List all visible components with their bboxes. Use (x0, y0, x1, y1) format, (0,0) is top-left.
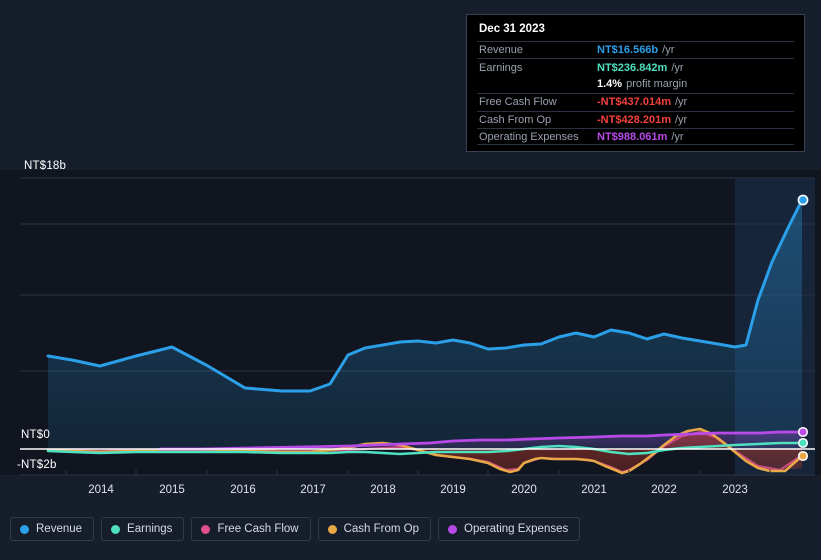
x-axis-label-2019: 2019 (440, 484, 466, 496)
x-axis-label-2020: 2020 (511, 484, 537, 496)
tooltip-unit-earnings: /yr (671, 61, 684, 74)
y-axis-label-2: -NT$2b (17, 459, 57, 471)
tooltip-value-earnings: NT$236.842m (597, 61, 668, 74)
chart-tooltip: Dec 31 2023 Revenue NT$16.566b /yr Earni… (466, 14, 805, 153)
y-axis-label-1: NT$0 (21, 429, 50, 441)
tooltip-unit-operating-expenses: /yr (671, 130, 684, 143)
legend-label-operating-expenses: Operating Expenses (464, 523, 569, 535)
tooltip-unit-cash-from-op: /yr (675, 113, 688, 126)
legend-label-cash-from-op: Cash From Op (343, 523, 420, 535)
tooltip-label-revenue: Revenue (479, 44, 524, 57)
legend-item-free-cash-flow[interactable]: Free Cash Flow (191, 517, 311, 541)
x-axis-label-2017: 2017 (300, 484, 326, 496)
revenue-end-marker (797, 194, 809, 206)
x-axis-label-2022: 2022 (651, 484, 677, 496)
x-axis-label-2014: 2014 (88, 484, 114, 496)
legend-item-cash-from-op[interactable]: Cash From Op (317, 517, 432, 541)
tooltip-value-cash-from-op: -NT$428.201m (597, 113, 671, 126)
tooltip-value-free-cash-flow: -NT$437.014m (597, 96, 671, 109)
x-axis-label-2018: 2018 (370, 484, 396, 496)
tooltip-value-profit-margin: 1.4% (597, 78, 623, 91)
tooltip-value-revenue: NT$16.566b (597, 44, 659, 57)
cash-from-op-end-marker (797, 450, 809, 462)
x-axis-label-2021: 2021 (581, 484, 607, 496)
chart-page: NT$18b NT$0 -NT$2b 2014 2015 2016 2017 2… (0, 0, 821, 560)
x-axis-label-2015: 2015 (159, 484, 185, 496)
tooltip-value-operating-expenses: NT$988.061m (597, 130, 668, 143)
tooltip-unit-revenue: /yr (662, 44, 675, 57)
earnings-end-marker (797, 437, 809, 449)
tooltip-row-free-cash-flow: Free Cash Flow -NT$437.014m /yr (477, 93, 794, 110)
x-axis-label-2016: 2016 (230, 484, 256, 496)
legend-label-free-cash-flow: Free Cash Flow (217, 523, 299, 535)
tooltip-row-operating-expenses: Operating Expenses NT$988.061m /yr (477, 127, 794, 146)
tooltip-label-earnings: Earnings (479, 61, 523, 74)
tooltip-unit-profit-margin: profit margin (626, 78, 688, 91)
tooltip-label-cash-from-op: Cash From Op (479, 113, 552, 126)
tooltip-date: Dec 31 2023 (479, 23, 545, 35)
x-axis-label-2023: 2023 (722, 484, 748, 496)
tooltip-row-profit-margin: 1.4% profit margin (477, 76, 794, 93)
legend-item-revenue[interactable]: Revenue (10, 517, 95, 541)
chart-legend: Revenue Earnings Free Cash Flow Cash Fro… (10, 517, 581, 541)
tooltip-row-cash-from-op: Cash From Op -NT$428.201m /yr (477, 110, 794, 128)
tooltip-unit-free-cash-flow: /yr (675, 96, 688, 109)
legend-dot-icon-operating-expenses (448, 524, 458, 534)
legend-item-operating-expenses[interactable]: Operating Expenses (438, 517, 581, 541)
tooltip-label-operating-expenses: Operating Expenses (479, 130, 579, 143)
y-axis-label-0: NT$18b (24, 160, 67, 172)
opex-end-marker (797, 426, 809, 438)
legend-dot-icon-free-cash-flow (201, 524, 211, 534)
legend-label-revenue: Revenue (36, 523, 83, 535)
legend-dot-icon-cash-from-op (327, 524, 337, 534)
legend-item-earnings[interactable]: Earnings (101, 517, 185, 541)
legend-label-earnings: Earnings (127, 523, 173, 535)
tooltip-row-revenue: Revenue NT$16.566b /yr (477, 41, 794, 58)
legend-dot-icon-revenue (20, 524, 29, 534)
legend-dot-icon-earnings (111, 524, 121, 534)
tooltip-label-free-cash-flow: Free Cash Flow (479, 96, 557, 109)
tooltip-row-earnings: Earnings NT$236.842m /yr (477, 58, 794, 75)
